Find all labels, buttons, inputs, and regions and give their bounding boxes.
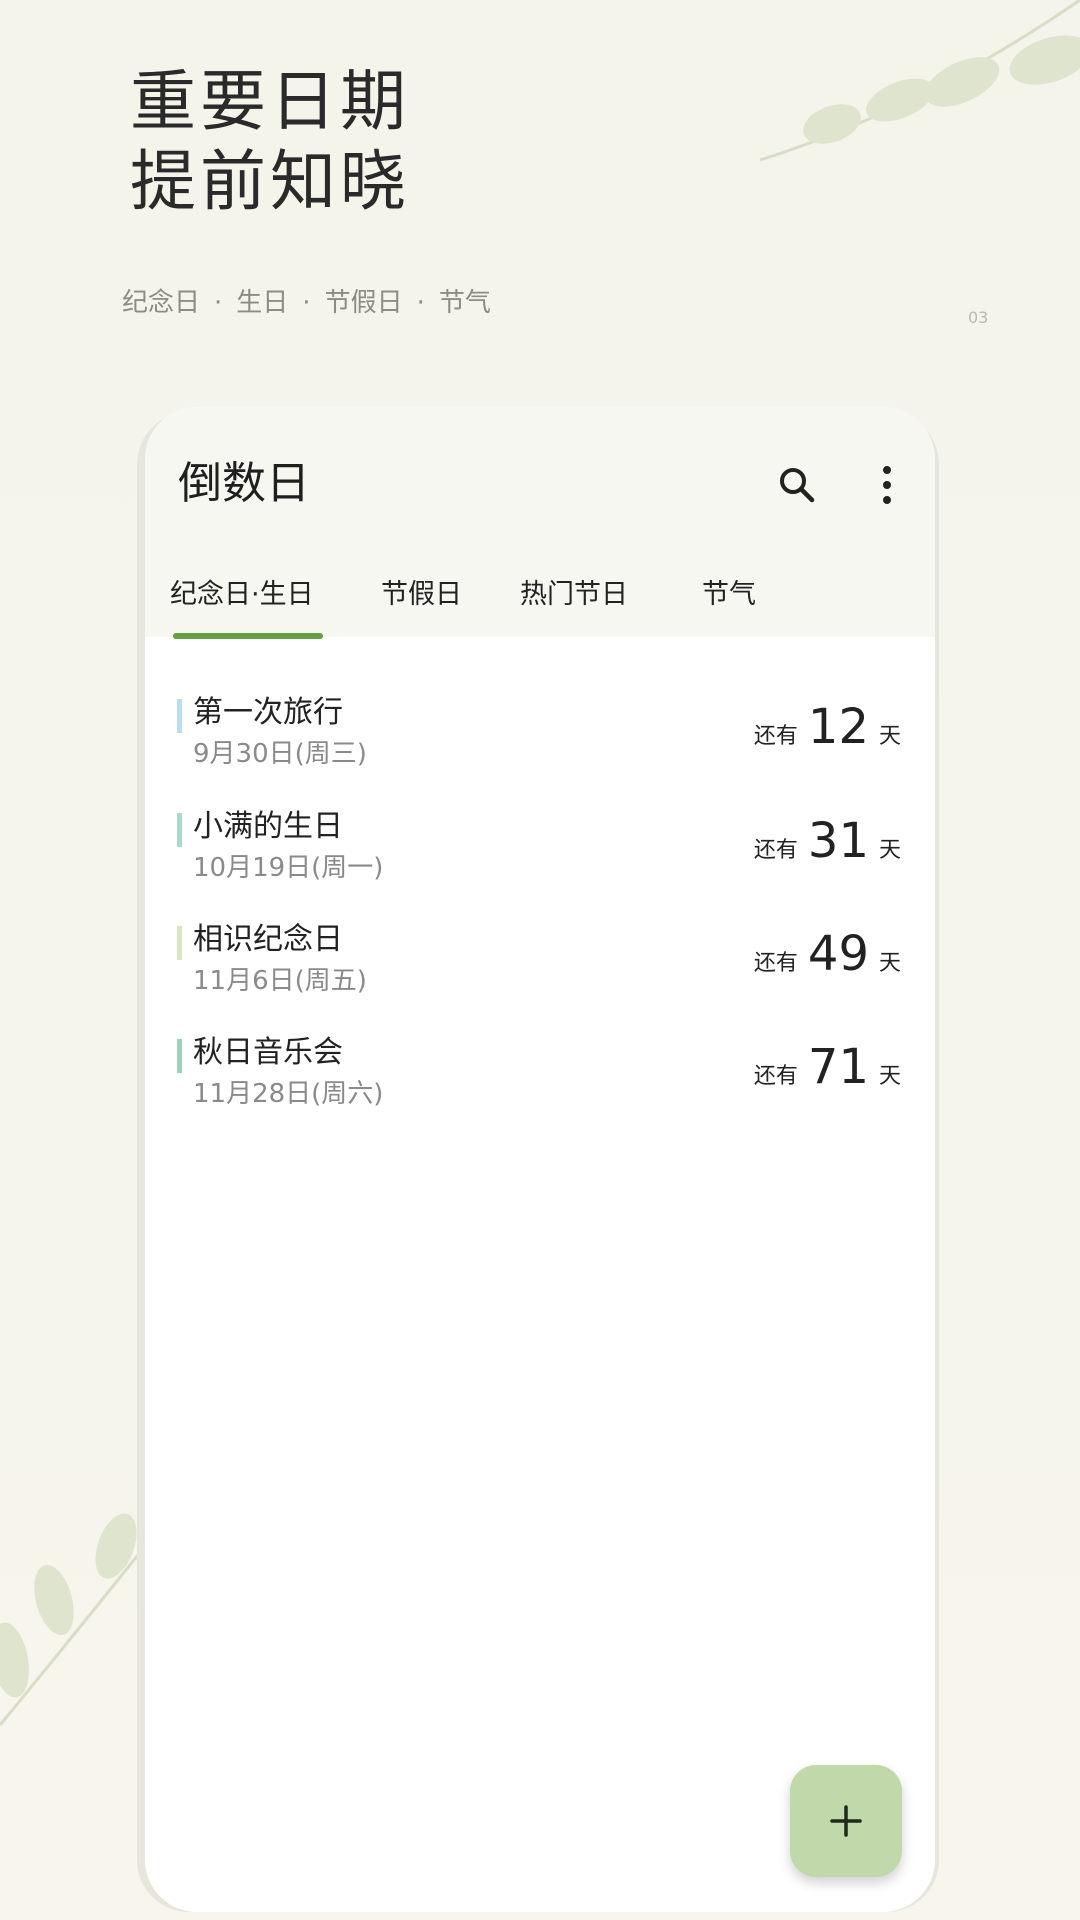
more-vertical-icon [883, 466, 891, 504]
event-name: 秋日音乐会 [193, 1035, 343, 1070]
event-row[interactable]: 第一次旅行 9月30日(周三) 还有 12 天 [145, 677, 935, 777]
tab-active-indicator [173, 633, 323, 639]
event-date: 11月28日(周六) [193, 1079, 384, 1109]
countdown-suffix: 天 [878, 951, 901, 976]
countdown-prefix: 还有 [753, 838, 798, 863]
event-color-bar [177, 813, 182, 847]
page-number: 03 [968, 308, 989, 327]
app-header: 倒数日 纪念日·生日 节假日 热门节日 节气 [145, 407, 935, 637]
countdown-days: 31 [807, 813, 869, 869]
countdown-suffix: 天 [878, 838, 901, 863]
event-date: 11月6日(周五) [193, 966, 367, 996]
event-name: 小满的生日 [193, 809, 343, 844]
countdown-suffix: 天 [878, 724, 901, 749]
event-countdown: 还有 31 天 [754, 813, 901, 869]
promo-subtitle-separator: · [302, 288, 311, 318]
promo-title: 重要日期 提前知晓 [130, 62, 410, 222]
event-color-bar [177, 926, 182, 960]
promo-subtitle-item: 节气 [438, 288, 491, 318]
countdown-prefix: 还有 [753, 724, 798, 749]
promo-subtitle-item: 节假日 [324, 288, 403, 318]
event-name: 第一次旅行 [193, 695, 343, 730]
countdown-prefix: 还有 [753, 1064, 798, 1089]
event-countdown: 还有 71 天 [754, 1039, 901, 1095]
promo-subtitle-item: 纪念日 [122, 288, 201, 318]
event-color-bar [177, 699, 182, 733]
tab-holidays[interactable]: 节假日 [381, 572, 462, 611]
countdown-days: 12 [807, 699, 869, 755]
plus-icon [830, 1805, 862, 1837]
event-countdown: 还有 49 天 [754, 926, 901, 982]
event-date: 9月30日(周三) [193, 739, 367, 769]
tab-popular-festivals[interactable]: 热门节日 [520, 572, 628, 611]
countdown-days: 71 [807, 1039, 869, 1095]
tab-solar-terms[interactable]: 节气 [702, 572, 756, 611]
event-color-bar [177, 1039, 182, 1073]
countdown-days: 49 [807, 926, 869, 982]
add-event-button[interactable] [790, 1765, 902, 1877]
event-row[interactable]: 相识纪念日 11月6日(周五) 还有 49 天 [145, 904, 935, 1004]
more-options-button[interactable] [857, 455, 917, 515]
event-row[interactable]: 秋日音乐会 11月28日(周六) 还有 71 天 [145, 1017, 935, 1117]
promo-subtitle: 纪念日 · 生日 · 节假日 · 节气 [122, 282, 491, 319]
event-date: 10月19日(周一) [193, 853, 384, 883]
app-title: 倒数日 [178, 458, 310, 509]
countdown-prefix: 还有 [753, 951, 798, 976]
promo-subtitle-item: 生日 [236, 288, 289, 318]
leaf-branch-top-decoration [759, 0, 1080, 162]
tab-anniversary-birthday[interactable]: 纪念日·生日 [170, 572, 314, 611]
promo-title-line-2: 提前知晓 [130, 143, 410, 220]
event-row[interactable]: 小满的生日 10月19日(周一) 还有 31 天 [145, 791, 935, 891]
promo-subtitle-separator: · [214, 288, 223, 318]
countdown-suffix: 天 [878, 1064, 901, 1089]
promo-title-line-1: 重要日期 [130, 63, 410, 140]
search-icon [780, 468, 815, 503]
phone-screen: 倒数日 纪念日·生日 节假日 热门节日 节气 第一次旅行 9月30日(周三) 还… [145, 407, 935, 1912]
event-countdown: 还有 12 天 [754, 699, 901, 755]
search-button[interactable] [767, 455, 827, 515]
event-name: 相识纪念日 [193, 922, 343, 957]
leaf-branch-bottom-decoration [0, 1513, 152, 1726]
promo-subtitle-separator: · [416, 288, 425, 318]
